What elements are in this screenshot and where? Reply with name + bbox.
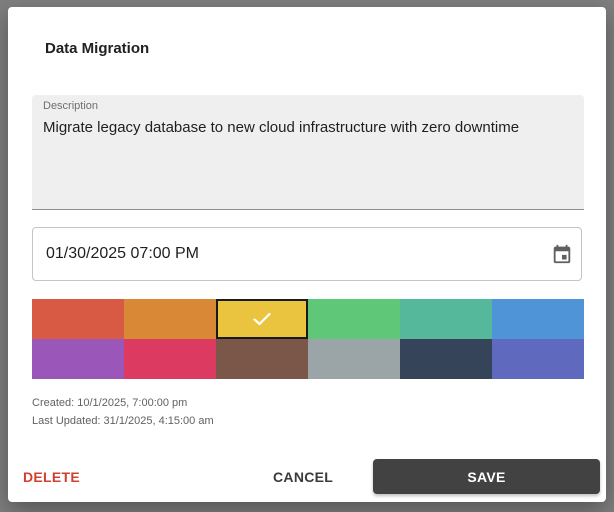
color-swatch-indigo[interactable] — [492, 339, 584, 379]
color-swatch-green[interactable] — [308, 299, 400, 339]
save-button[interactable]: SAVE — [373, 459, 600, 494]
color-swatch-gray[interactable] — [308, 339, 400, 379]
color-swatch-orange[interactable] — [124, 299, 216, 339]
created-timestamp: Created: 10/1/2025, 7:00:00 pm — [32, 397, 188, 409]
color-swatch-purple[interactable] — [32, 339, 124, 379]
color-swatch-teal[interactable] — [400, 299, 492, 339]
updated-timestamp: Last Updated: 31/1/2025, 4:15:00 am — [32, 415, 214, 427]
datetime-field[interactable]: 01/30/2025 07:00 PM — [32, 227, 582, 281]
cancel-button[interactable]: CANCEL — [273, 469, 333, 485]
delete-button[interactable]: DELETE — [23, 469, 80, 485]
color-swatch-blue[interactable] — [492, 299, 584, 339]
dialog-title: Data Migration — [45, 40, 150, 57]
calendar-icon[interactable] — [551, 243, 573, 265]
color-swatch-yellow[interactable] — [216, 299, 308, 339]
color-picker — [32, 299, 584, 379]
event-dialog: Data Migration Description Migrate legac… — [8, 7, 606, 502]
color-swatch-red[interactable] — [32, 299, 124, 339]
color-swatch-brown[interactable] — [216, 339, 308, 379]
check-icon — [253, 312, 271, 326]
description-input[interactable]: Migrate legacy database to new cloud inf… — [43, 119, 519, 136]
color-swatch-pink[interactable] — [124, 339, 216, 379]
datetime-input[interactable]: 01/30/2025 07:00 PM — [46, 245, 199, 263]
description-field[interactable]: Description Migrate legacy database to n… — [32, 95, 584, 210]
description-label: Description — [43, 100, 99, 112]
color-swatch-navy[interactable] — [400, 339, 492, 379]
